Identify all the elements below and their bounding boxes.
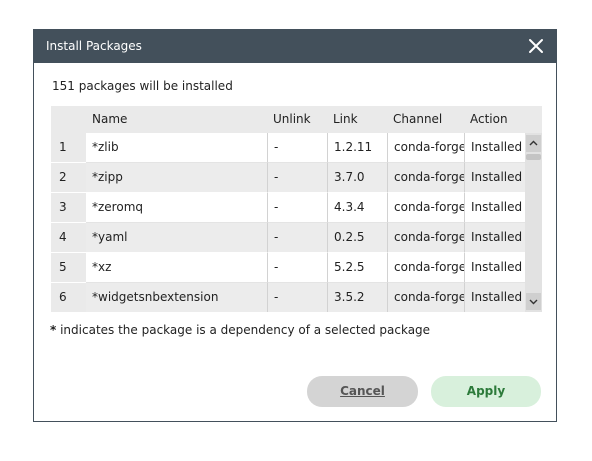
channel-cell: conda-forge bbox=[387, 193, 464, 223]
action-cell: Installed bbox=[464, 133, 525, 163]
unlink-cell: - bbox=[267, 163, 327, 193]
package-name-cell: *yaml bbox=[86, 223, 267, 253]
close-button[interactable] bbox=[526, 36, 546, 56]
link-version-cell: 0.2.5 bbox=[327, 223, 387, 253]
table-header: Name Unlink Link Channel Action bbox=[51, 106, 542, 133]
table-row[interactable]: 3 *zeromq -4.3.4 conda-forge Installed bbox=[51, 193, 525, 223]
unlink-cell: - bbox=[267, 223, 327, 253]
link-version-cell: 4.3.4 bbox=[327, 193, 387, 223]
row-index-cell: 3 bbox=[51, 193, 86, 223]
action-cell: Installed bbox=[464, 253, 525, 283]
title-bar: Install Packages bbox=[34, 30, 556, 63]
package-name-cell: *xz bbox=[86, 253, 267, 283]
action-cell: Installed bbox=[464, 283, 525, 312]
column-header-channel[interactable]: Channel bbox=[387, 106, 464, 133]
chevron-down-icon bbox=[529, 299, 538, 305]
table-row[interactable]: 2 *zipp -3.7.0 conda-forge Installed bbox=[51, 163, 525, 193]
cancel-button[interactable]: Cancel bbox=[307, 376, 418, 407]
unlink-cell: - bbox=[267, 133, 327, 163]
dependency-note: * indicates the package is a dependency … bbox=[50, 323, 430, 337]
action-cell: Installed bbox=[464, 163, 525, 193]
table-row[interactable]: 4 *yaml -0.2.5 conda-forge Installed bbox=[51, 223, 525, 253]
link-version-cell: 5.2.5 bbox=[327, 253, 387, 283]
link-version-cell: 1.2.11 bbox=[327, 133, 387, 163]
table-row[interactable]: 5 *xz -5.2.5 conda-forge Installed bbox=[51, 253, 525, 283]
column-header-name[interactable]: Name bbox=[86, 106, 267, 133]
scroll-up-button[interactable] bbox=[526, 135, 541, 152]
channel-cell: conda-forge bbox=[387, 253, 464, 283]
chevron-up-icon bbox=[529, 140, 538, 146]
dialog-title: Install Packages bbox=[46, 39, 142, 53]
unlink-cell: - bbox=[267, 193, 327, 223]
scroll-down-button[interactable] bbox=[526, 293, 541, 310]
column-header-unlink[interactable]: Unlink bbox=[267, 106, 327, 133]
column-header-index bbox=[51, 106, 86, 133]
scrollbar-thumb[interactable] bbox=[526, 154, 541, 160]
column-header-link[interactable]: Link bbox=[327, 106, 387, 133]
channel-cell: conda-forge bbox=[387, 223, 464, 253]
package-name-cell: *zeromq bbox=[86, 193, 267, 223]
table-row[interactable]: 6 *widgetsnbextension -3.5.2 conda-forge Ins… bbox=[51, 283, 525, 312]
row-index-cell: 1 bbox=[51, 133, 86, 163]
package-name-cell: *widgetsnbextension bbox=[86, 283, 267, 312]
close-icon bbox=[529, 39, 543, 53]
install-summary: 151 packages will be installed bbox=[52, 79, 233, 93]
row-index-cell: 5 bbox=[51, 253, 86, 283]
package-name-cell: *zipp bbox=[86, 163, 267, 193]
link-version-cell: 3.5.2 bbox=[327, 283, 387, 312]
vertical-scrollbar[interactable] bbox=[525, 133, 542, 312]
row-index-cell: 4 bbox=[51, 223, 86, 253]
install-packages-dialog: Install Packages 151 packages will be in… bbox=[33, 29, 557, 422]
channel-cell: conda-forge bbox=[387, 133, 464, 163]
channel-cell: conda-forge bbox=[387, 163, 464, 193]
unlink-cell: - bbox=[267, 283, 327, 312]
dependency-note-text: indicates the package is a dependency of… bbox=[56, 323, 431, 337]
row-index-cell: 6 bbox=[51, 283, 86, 312]
link-version-cell: 3.7.0 bbox=[327, 163, 387, 193]
channel-cell: conda-forge bbox=[387, 283, 464, 312]
table-row[interactable]: 1 *zlib -1.2.11 conda-forge Installed bbox=[51, 133, 525, 163]
unlink-cell: - bbox=[267, 253, 327, 283]
action-cell: Installed bbox=[464, 193, 525, 223]
column-header-action[interactable]: Action bbox=[464, 106, 525, 133]
action-cell: Installed bbox=[464, 223, 525, 253]
package-name-cell: *zlib bbox=[86, 133, 267, 163]
packages-table[interactable]: Name Unlink Link Channel Action 1 *zlib -1… bbox=[51, 106, 542, 312]
apply-button[interactable]: Apply bbox=[431, 376, 541, 407]
row-index-cell: 2 bbox=[51, 163, 86, 193]
